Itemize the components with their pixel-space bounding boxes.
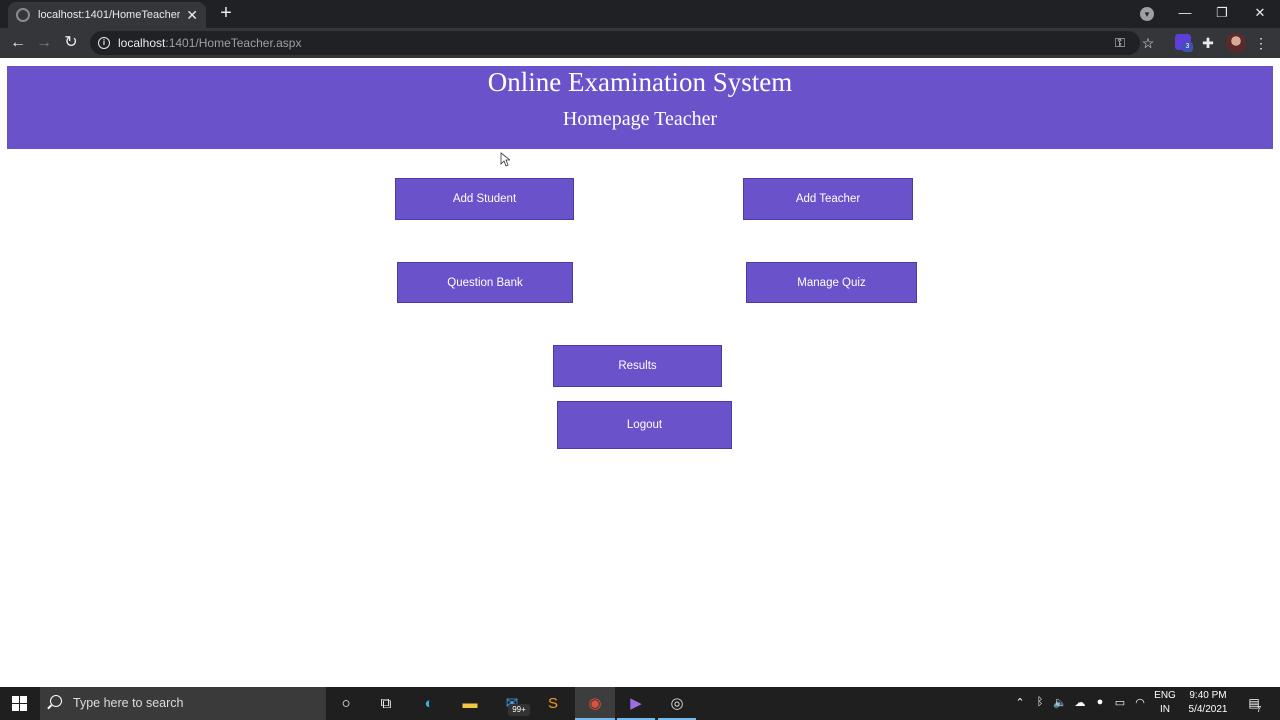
- file-explorer-icon[interactable]: ▬: [458, 692, 482, 716]
- new-tab-icon[interactable]: +: [216, 3, 236, 24]
- sublime-text-icon[interactable]: S: [541, 692, 565, 716]
- app-circle-icon[interactable]: ◎: [665, 692, 689, 716]
- mouse-cursor-icon: [500, 152, 510, 167]
- address-url: localhost:1401/HomeTeacher.aspx: [118, 36, 301, 50]
- microphone-icon[interactable]: ●: [1092, 696, 1108, 708]
- add-student-button[interactable]: Add Student: [395, 178, 574, 220]
- battery-icon[interactable]: ▭: [1112, 696, 1128, 709]
- tab-title: localhost:1401/HomeTeacher.aspx: [38, 9, 180, 21]
- bookmark-star-icon[interactable]: ☆: [1139, 34, 1157, 52]
- close-window-icon[interactable]: ✕: [1250, 4, 1270, 22]
- page-favicon-icon: [16, 8, 30, 22]
- results-button[interactable]: Results: [553, 345, 722, 387]
- region-code: IN: [1160, 704, 1170, 715]
- windows-start-icon[interactable]: [12, 696, 27, 711]
- reload-icon[interactable]: ↻: [61, 33, 81, 53]
- clock[interactable]: 9:40 PM 5/4/2021: [1184, 690, 1232, 715]
- forward-arrow-icon[interactable]: →: [34, 33, 54, 53]
- visual-studio-icon[interactable]: ▶: [624, 692, 648, 716]
- url-host: localhost: [118, 36, 166, 50]
- profile-avatar[interactable]: [1226, 33, 1246, 53]
- url-path: :1401/HomeTeacher.aspx: [165, 36, 302, 50]
- show-hidden-icons-chevron-icon[interactable]: ⌃: [1012, 696, 1028, 709]
- question-bank-button[interactable]: Question Bank: [397, 262, 573, 303]
- manage-quiz-button[interactable]: Manage Quiz: [746, 262, 917, 303]
- task-view-icon[interactable]: ⧉: [374, 692, 398, 716]
- logout-button[interactable]: Logout: [557, 401, 732, 449]
- site-info-icon[interactable]: i: [98, 37, 110, 49]
- clock-date: 5/4/2021: [1188, 704, 1228, 715]
- page-title: Online Examination System: [487, 67, 793, 97]
- taskbar-search-box[interactable]: Type here to search: [40, 687, 326, 720]
- search-placeholder: Type here to search: [73, 696, 184, 710]
- speaker-icon[interactable]: 🔈: [1052, 696, 1068, 709]
- minimize-icon[interactable]: —: [1175, 4, 1195, 22]
- tab-search-icon[interactable]: ▾: [1140, 7, 1154, 21]
- browser-toolbar: ← → ↻ i localhost:1401/HomeTeacher.aspx …: [0, 28, 1280, 58]
- extension-badge: 3: [1182, 42, 1193, 52]
- windows-taskbar: Type here to search ○ ⧉ ◐ ▬ ✉ 99+ S ◉ ▶ …: [0, 687, 1280, 720]
- cortana-icon[interactable]: ○: [334, 692, 358, 716]
- browser-tab[interactable]: localhost:1401/HomeTeacher.aspx ✕: [8, 2, 206, 28]
- page-subtitle: Homepage Teacher: [562, 108, 718, 130]
- language-code: ENG: [1154, 690, 1176, 701]
- close-tab-icon[interactable]: ✕: [186, 8, 198, 22]
- clock-time: 9:40 PM: [1189, 690, 1227, 701]
- address-bar[interactable]: i localhost:1401/HomeTeacher.aspx ⚿: [90, 31, 1140, 55]
- chrome-icon[interactable]: ◉: [583, 692, 607, 716]
- restore-icon[interactable]: ❐: [1212, 4, 1232, 22]
- key-icon[interactable]: ⚿: [1115, 35, 1125, 51]
- bluetooth-icon[interactable]: ᛒ: [1032, 696, 1048, 708]
- onedrive-icon[interactable]: ☁: [1072, 696, 1088, 709]
- page-header: Online Examination System Homepage Teach…: [7, 66, 1273, 149]
- edge-browser-icon[interactable]: ◐: [417, 692, 441, 716]
- add-teacher-button[interactable]: Add Teacher: [743, 178, 913, 220]
- puzzle-extensions-icon[interactable]: ✚: [1199, 34, 1217, 52]
- notification-count: 7: [1256, 705, 1262, 714]
- more-menu-icon[interactable]: ⋮: [1254, 33, 1268, 53]
- language-indicator[interactable]: ENG IN: [1152, 690, 1178, 715]
- browser-tab-bar: localhost:1401/HomeTeacher.aspx ✕ + ▾ — …: [0, 0, 1280, 28]
- search-icon: [50, 695, 62, 707]
- mail-badge: 99+: [508, 704, 530, 716]
- back-arrow-icon[interactable]: ←: [8, 33, 28, 53]
- wifi-icon[interactable]: ◠: [1132, 696, 1148, 709]
